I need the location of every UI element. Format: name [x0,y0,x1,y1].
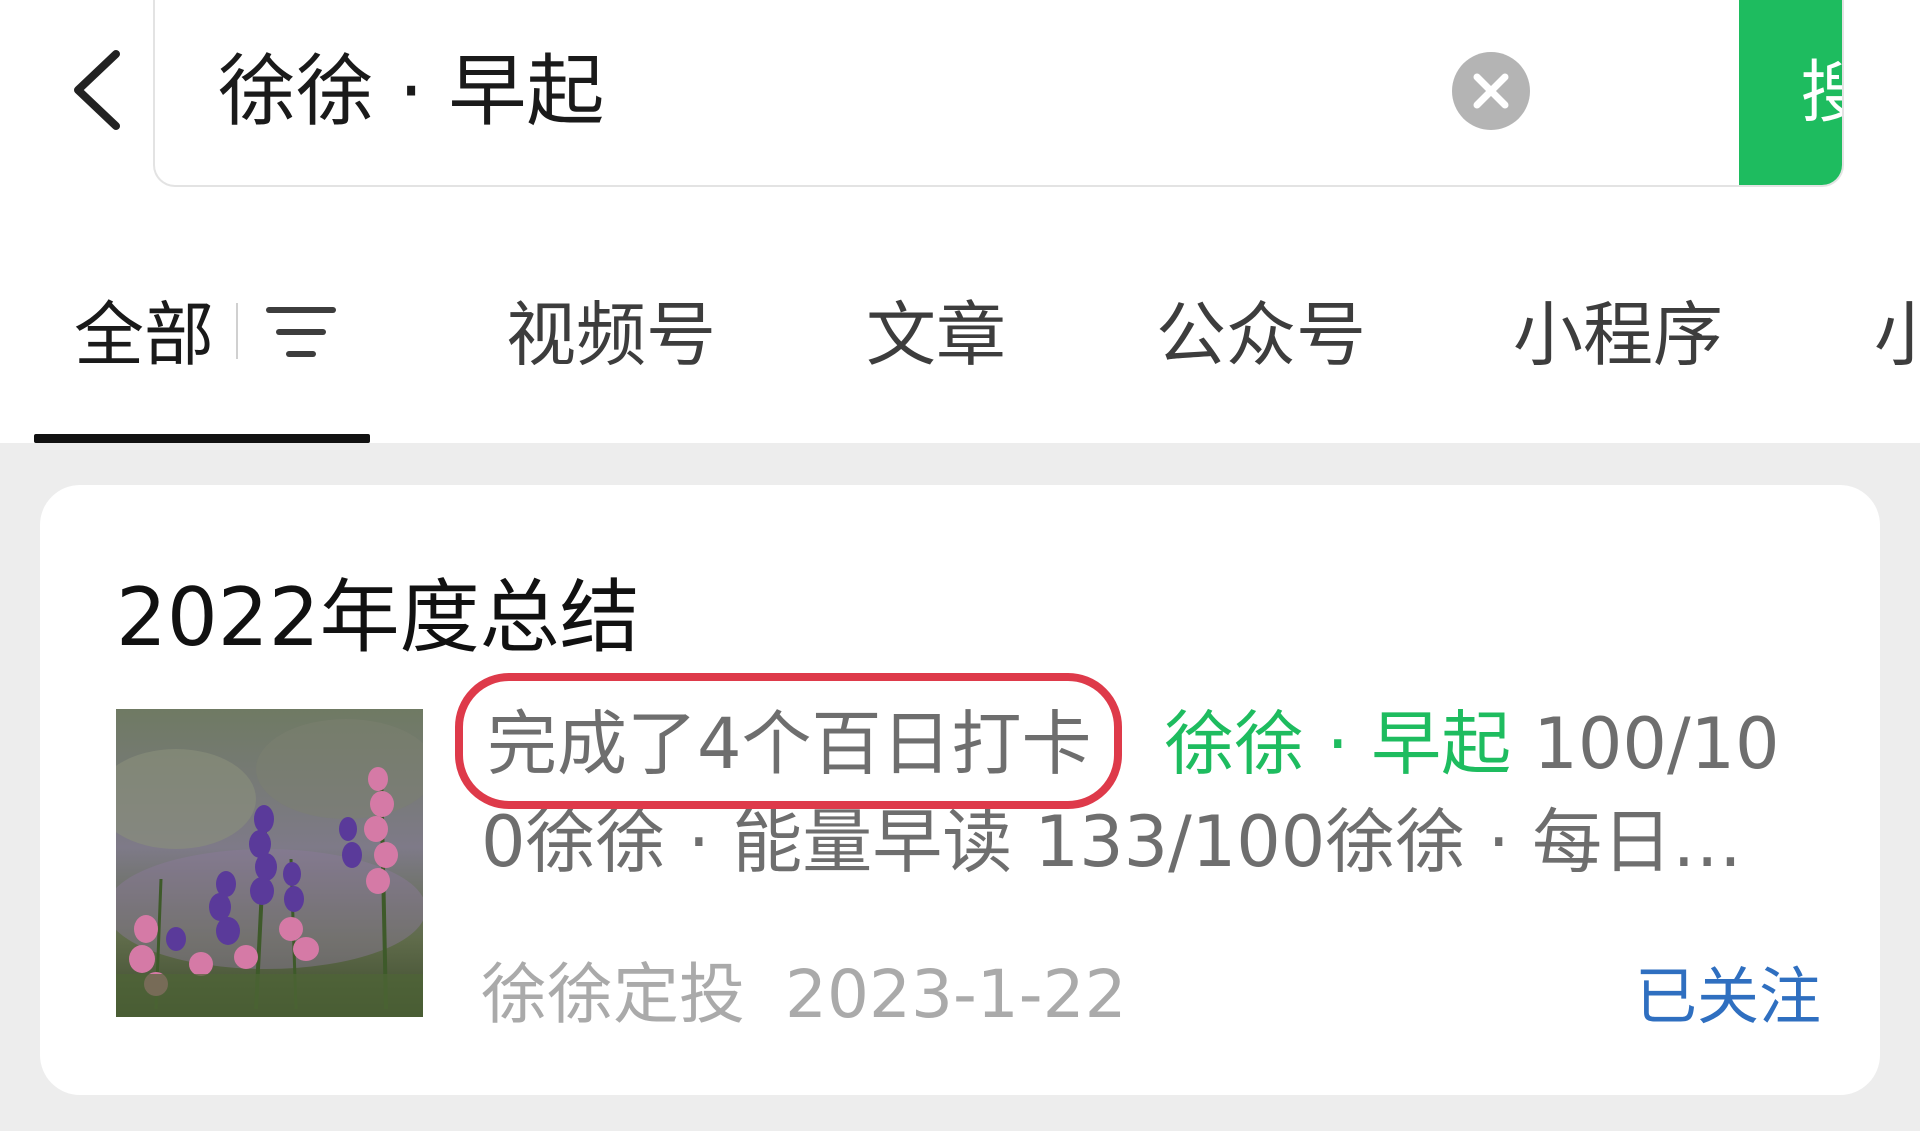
account-name[interactable]: 徐徐定投 [481,956,745,1033]
follow-status-button[interactable]: 已关注 [1635,947,1821,1047]
search-input[interactable]: 徐徐 · 早起 [218,42,604,142]
result-thumbnail[interactable] [116,709,423,1017]
snippet-line-1-tail: 100/10 [1511,703,1780,785]
tab-more[interactable]: 小 [1874,280,1920,390]
result-snippet[interactable]: 完成了4个百日打卡 徐徐 · 早起 100/10 0徐徐 · 能量早读 133/… [455,673,1821,891]
snippet-highlight: 徐徐 · 早起 [1164,703,1512,785]
back-button[interactable] [58,40,138,140]
result-card[interactable]: 2022年度总结 完成了4个百日打卡 徐徐 · 早起 100/10 0徐徐 · … [40,485,1880,1095]
tab-all[interactable]: 全部 [74,280,214,390]
chevron-left-icon [74,50,120,130]
tab-official-accounts[interactable]: 公众号 [1156,280,1366,390]
tab-channels[interactable]: 视频号 [506,280,716,390]
tab-articles[interactable]: 文章 [866,280,1006,390]
tab-mini-programs[interactable]: 小程序 [1513,280,1723,390]
active-tab-indicator [34,434,370,443]
publish-date: 2023-1-22 [785,956,1127,1033]
filter-icon[interactable] [265,300,337,364]
result-meta: 徐徐定投 2023-1-22 [481,945,1127,1045]
circled-annotation: 完成了4个百日打卡 [455,673,1122,809]
result-title[interactable]: 2022年度总结 [116,563,640,673]
close-icon [1473,73,1509,109]
clear-search-button[interactable] [1452,52,1530,130]
search-button[interactable]: 搜索 [1739,0,1842,185]
tab-divider [236,303,238,359]
snippet-line-1: 完成了4个百日打卡 徐徐 · 早起 100/10 [455,673,1821,809]
search-bar: 徐徐 · 早起 搜索 [153,0,1844,187]
